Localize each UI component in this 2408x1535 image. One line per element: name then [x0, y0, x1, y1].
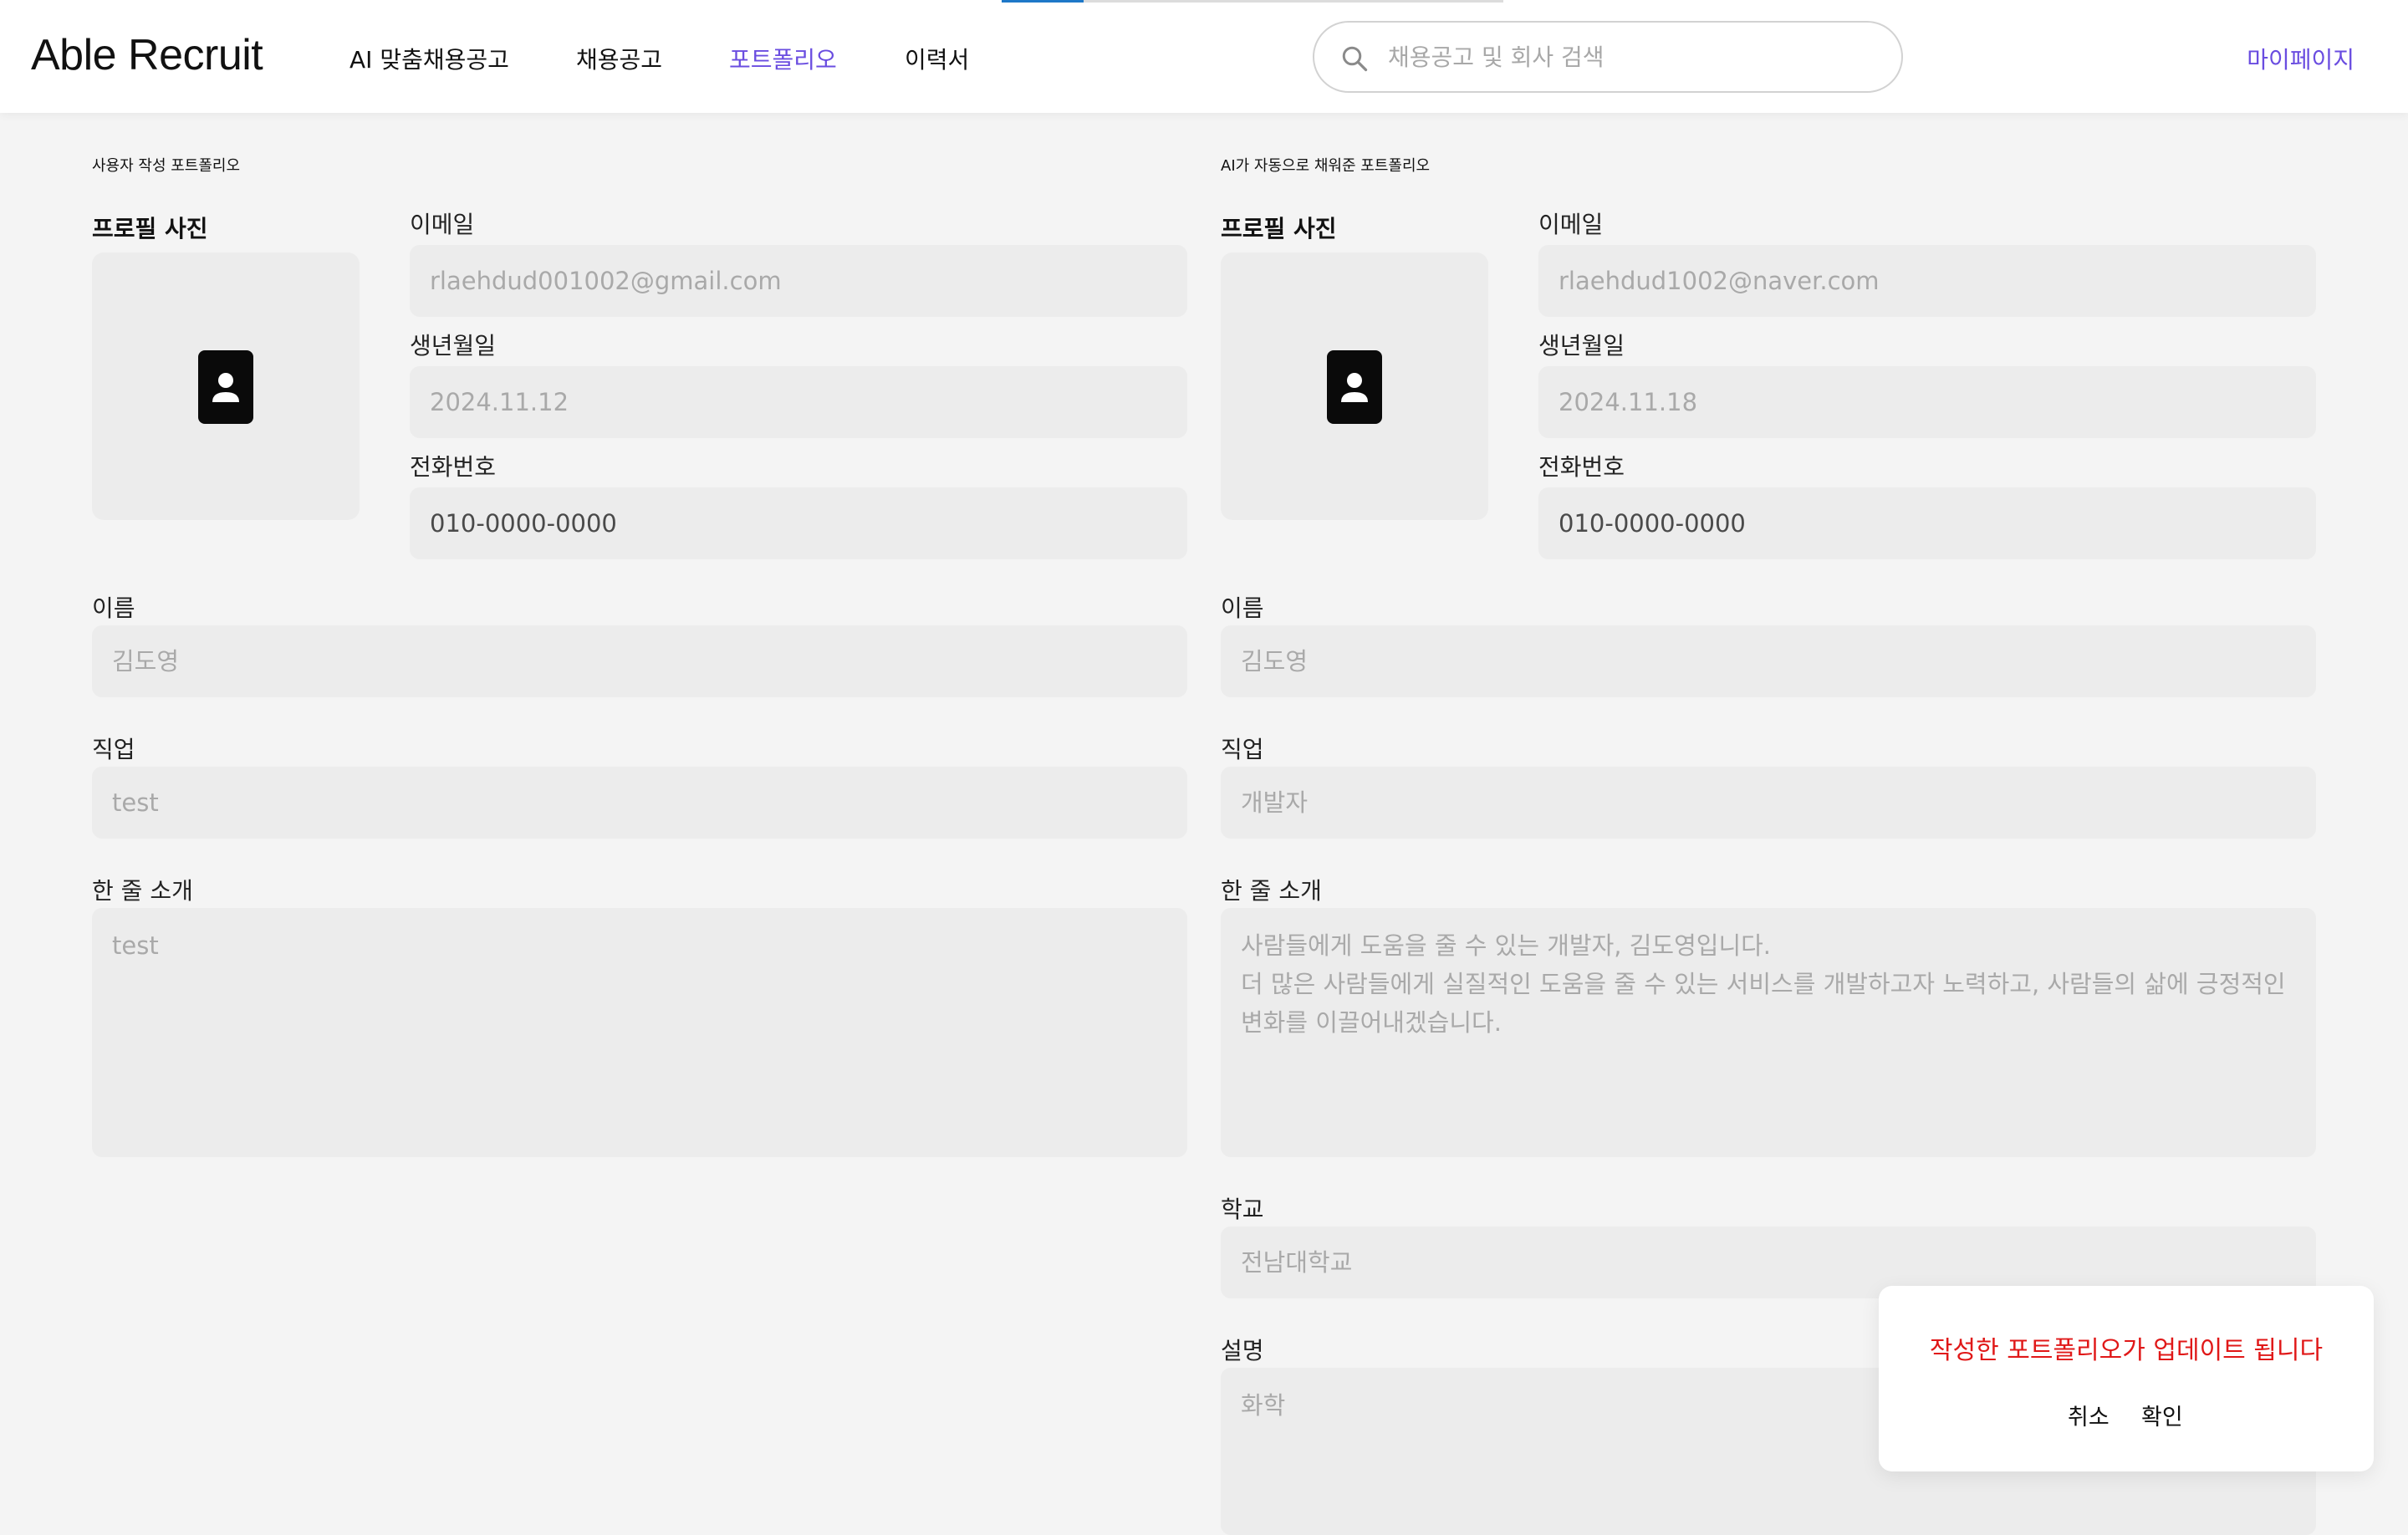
nav-jobs[interactable]: 채용공고 [576, 42, 662, 75]
job-field[interactable]: 개발자 [1221, 767, 2316, 839]
update-confirm-dialog: 작성한 포트폴리오가 업데이트 됩니다 취소 확인 [1879, 1286, 2374, 1471]
birth-label: 생년월일 [410, 332, 497, 360]
intro-field[interactable]: test [92, 908, 1187, 1157]
confirm-button[interactable]: 확인 [2141, 1399, 2183, 1431]
name-label: 이름 [92, 594, 135, 622]
phone-field[interactable]: 010-0000-0000 [1538, 487, 2316, 559]
profile-photo-upload[interactable] [1221, 252, 1488, 520]
birth-field[interactable]: 2024.11.12 [410, 366, 1187, 438]
top-navigation-bar: Able Recruit AI 맞춤채용공고 채용공고 포트폴리오 이력서 마이… [0, 0, 2408, 113]
nav-ai-jobs[interactable]: AI 맞춤채용공고 [349, 42, 509, 75]
app-logo[interactable]: Able Recruit [31, 30, 263, 80]
description-label: 설명 [1221, 1337, 1264, 1364]
email-field[interactable]: rlaehdud1002@naver.com [1538, 245, 2316, 317]
name-label: 이름 [1221, 594, 1264, 622]
job-field[interactable]: test [92, 767, 1187, 839]
intro-field[interactable]: 사람들에게 도움을 줄 수 있는 개발자, 김도영입니다. 더 많은 사람들에게… [1221, 908, 2316, 1157]
cancel-button[interactable]: 취소 [2068, 1399, 2110, 1431]
name-field[interactable]: 김도영 [92, 625, 1187, 697]
phone-field[interactable]: 010-0000-0000 [410, 487, 1187, 559]
section-title: 사용자 작성 포트폴리오 [92, 157, 241, 175]
nav-resume[interactable]: 이력서 [905, 42, 969, 75]
nav-portfolio[interactable]: 포트폴리오 [729, 42, 837, 75]
email-field[interactable]: rlaehdud001002@gmail.com [410, 245, 1187, 317]
search-bar[interactable] [1313, 21, 1903, 93]
job-label: 직업 [1221, 736, 1264, 763]
intro-label: 한 줄 소개 [92, 877, 193, 905]
intro-label: 한 줄 소개 [1221, 877, 1322, 905]
mypage-link[interactable]: 마이페이지 [2247, 42, 2354, 75]
dialog-message: 작성한 포트폴리오가 업데이트 됩니다 [1929, 1336, 2324, 1365]
section-title: AI가 자동으로 채워준 포트폴리오 [1221, 157, 1431, 175]
school-label: 학교 [1221, 1196, 1264, 1223]
birth-field[interactable]: 2024.11.18 [1538, 366, 2316, 438]
email-label: 이메일 [410, 211, 475, 238]
profile-placeholder-icon [1327, 350, 1382, 424]
job-label: 직업 [92, 736, 135, 763]
profile-photo-label: 프로필 사진 [1221, 215, 1337, 242]
scroll-indicator-active [1002, 0, 1084, 3]
user-portfolio-section: 사용자 작성 포트폴리오 프로필 사진 이메일 rlaehdud001002@g… [92, 113, 1187, 1505]
search-input[interactable] [1388, 38, 1881, 76]
name-field[interactable]: 김도영 [1221, 625, 2316, 697]
scroll-indicator [1002, 0, 1503, 3]
profile-photo-label: 프로필 사진 [92, 215, 208, 242]
birth-label: 생년월일 [1538, 332, 1625, 360]
phone-label: 전화번호 [410, 453, 497, 481]
profile-placeholder-icon [198, 350, 253, 424]
phone-label: 전화번호 [1538, 453, 1625, 481]
profile-photo-upload[interactable] [92, 252, 360, 520]
search-icon [1342, 46, 1368, 72]
email-label: 이메일 [1538, 211, 1604, 238]
